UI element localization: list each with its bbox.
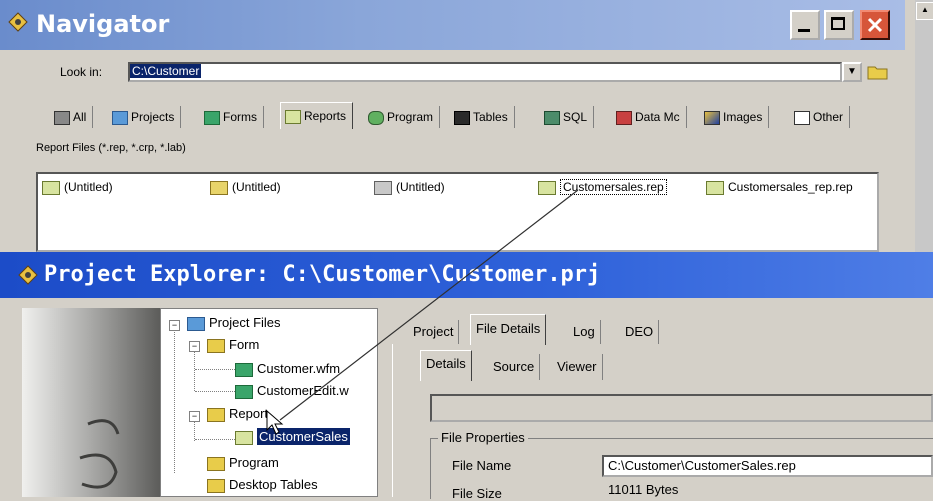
subtab-viewer[interactable]: Viewer xyxy=(552,354,603,380)
tab-reports[interactable]: Reports xyxy=(280,102,354,129)
tree-node-report-file-selected[interactable]: CustomerSales xyxy=(235,428,350,445)
tab-other[interactable]: Other xyxy=(790,106,851,128)
vertical-scrollbar[interactable]: ▲ xyxy=(915,0,933,252)
close-icon xyxy=(867,17,883,33)
file-item-selected[interactable]: Customersales.rep xyxy=(538,179,667,195)
tab-project[interactable]: Project xyxy=(408,320,460,344)
project-files-icon xyxy=(187,316,205,331)
collapse-toggle[interactable]: − xyxy=(189,411,200,422)
crystal-report-icon xyxy=(210,180,228,195)
tree-node-report-folder[interactable]: Report xyxy=(207,406,268,422)
folder-icon xyxy=(207,456,225,471)
tab-forms[interactable]: Forms xyxy=(200,106,264,128)
all-icon xyxy=(54,110,70,125)
folder-icon xyxy=(867,66,888,80)
project-explorer-title-bar[interactable]: Project Explorer: C:\Customer\Customer.p… xyxy=(0,252,933,298)
navigator-title-bar[interactable]: Navigator xyxy=(0,0,905,50)
file-item[interactable]: (Untitled) xyxy=(42,180,113,195)
tree-node-tables-folder[interactable]: Desktop Tables xyxy=(207,477,318,493)
tree-node-form-folder[interactable]: Form xyxy=(207,337,259,353)
tab-sql[interactable]: SQL xyxy=(540,106,595,128)
form-file-icon xyxy=(235,362,253,377)
forms-icon xyxy=(204,110,220,125)
tab-program[interactable]: Program xyxy=(364,106,441,128)
close-button[interactable] xyxy=(860,10,890,40)
tab-data-modules[interactable]: Data Mc xyxy=(612,106,687,128)
file-properties-label: File Properties xyxy=(438,430,528,445)
chevron-up-icon: ▲ xyxy=(921,5,929,14)
tables-icon xyxy=(454,110,470,125)
other-icon xyxy=(794,110,810,125)
file-item[interactable]: Customersales_rep.rep xyxy=(706,180,853,195)
images-icon xyxy=(704,110,720,125)
look-in-value: C:\Customer xyxy=(130,64,202,78)
look-in-combobox[interactable]: C:\Customer xyxy=(128,62,842,82)
projects-icon xyxy=(112,110,128,125)
datamodule-icon xyxy=(616,110,632,125)
browse-folder-button[interactable] xyxy=(866,62,890,82)
tab-images[interactable]: Images xyxy=(700,106,770,128)
collapse-toggle[interactable]: − xyxy=(189,341,200,352)
tab-deo[interactable]: DEO xyxy=(620,320,660,344)
navigator-window: Navigator Look in: C:\Customer ▼ All Pro… xyxy=(0,0,916,260)
tab-tables[interactable]: Tables xyxy=(450,106,515,128)
details-blank-field xyxy=(430,394,933,422)
tab-file-details[interactable]: File Details xyxy=(470,314,547,345)
project-explorer-app-icon xyxy=(18,265,38,285)
navigator-app-icon xyxy=(8,12,28,32)
folder-icon xyxy=(207,478,225,493)
report-icon xyxy=(42,180,60,195)
file-filter-label: Report Files (*.rep, *.crp, *.lab) xyxy=(36,142,186,154)
subtab-details[interactable]: Details xyxy=(420,350,472,381)
tree-node-project-files[interactable]: Project Files xyxy=(187,315,281,331)
program-icon xyxy=(368,110,384,125)
sql-icon xyxy=(544,110,560,125)
file-name-value[interactable]: C:\Customer\CustomerSales.rep xyxy=(602,455,933,477)
look-in-label: Look in: xyxy=(60,65,103,79)
report-file-icon xyxy=(235,430,253,445)
chevron-down-icon: ▼ xyxy=(847,66,857,77)
folder-icon xyxy=(207,407,225,422)
report-icon xyxy=(538,180,556,195)
tree-node-form-file[interactable]: Customer.wfm xyxy=(235,361,340,377)
minimize-button[interactable] xyxy=(790,10,820,40)
file-item[interactable]: (Untitled) xyxy=(374,180,445,195)
file-name-label: File Name xyxy=(452,458,512,473)
scroll-up-button[interactable]: ▲ xyxy=(916,2,933,20)
file-item[interactable]: (Untitled) xyxy=(210,180,281,195)
file-size-label: File Size xyxy=(452,486,502,501)
tab-log[interactable]: Log xyxy=(568,320,601,344)
file-list[interactable]: (Untitled) (Untitled) (Untitled) Custome… xyxy=(36,172,879,252)
subtab-source[interactable]: Source xyxy=(488,354,541,380)
form-file-icon xyxy=(235,384,253,399)
tree-node-form-file[interactable]: CustomerEdit.w xyxy=(235,383,349,399)
product-logo-image xyxy=(22,308,162,497)
look-in-dropdown-button[interactable]: ▼ xyxy=(842,62,862,82)
project-explorer-title: Project Explorer: C:\Customer\Customer.p… xyxy=(44,262,601,287)
project-tree[interactable]: − Project Files − Form Customer.wfm Cust… xyxy=(160,308,378,497)
tree-node-program-folder[interactable]: Program xyxy=(207,455,279,471)
report-icon xyxy=(706,180,724,195)
tab-projects[interactable]: Projects xyxy=(108,106,182,128)
logo-graphic xyxy=(79,419,120,489)
reports-icon xyxy=(285,109,301,124)
folder-icon xyxy=(207,338,225,353)
navigator-title: Navigator xyxy=(36,10,170,38)
collapse-toggle[interactable]: − xyxy=(169,320,180,331)
tab-all[interactable]: All xyxy=(50,106,94,128)
label-icon xyxy=(374,180,392,195)
file-size-value: 11011 Bytes xyxy=(608,482,679,497)
maximize-button[interactable] xyxy=(824,10,854,40)
